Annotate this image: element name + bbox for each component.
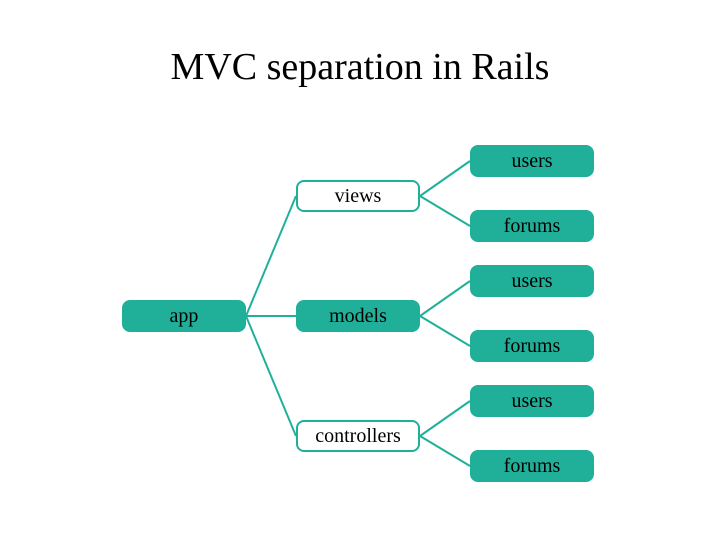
node-views-forums: forums	[470, 210, 594, 242]
node-models: models	[296, 300, 420, 332]
node-views-users: users	[470, 145, 594, 177]
node-controllers-users: users	[470, 385, 594, 417]
node-controllers: controllers	[296, 420, 420, 452]
node-app: app	[122, 300, 246, 332]
node-models-forums: forums	[470, 330, 594, 362]
node-controllers-forums: forums	[470, 450, 594, 482]
node-models-users: users	[470, 265, 594, 297]
diagram-title: MVC separation in Rails	[0, 45, 720, 89]
node-views: views	[296, 180, 420, 212]
